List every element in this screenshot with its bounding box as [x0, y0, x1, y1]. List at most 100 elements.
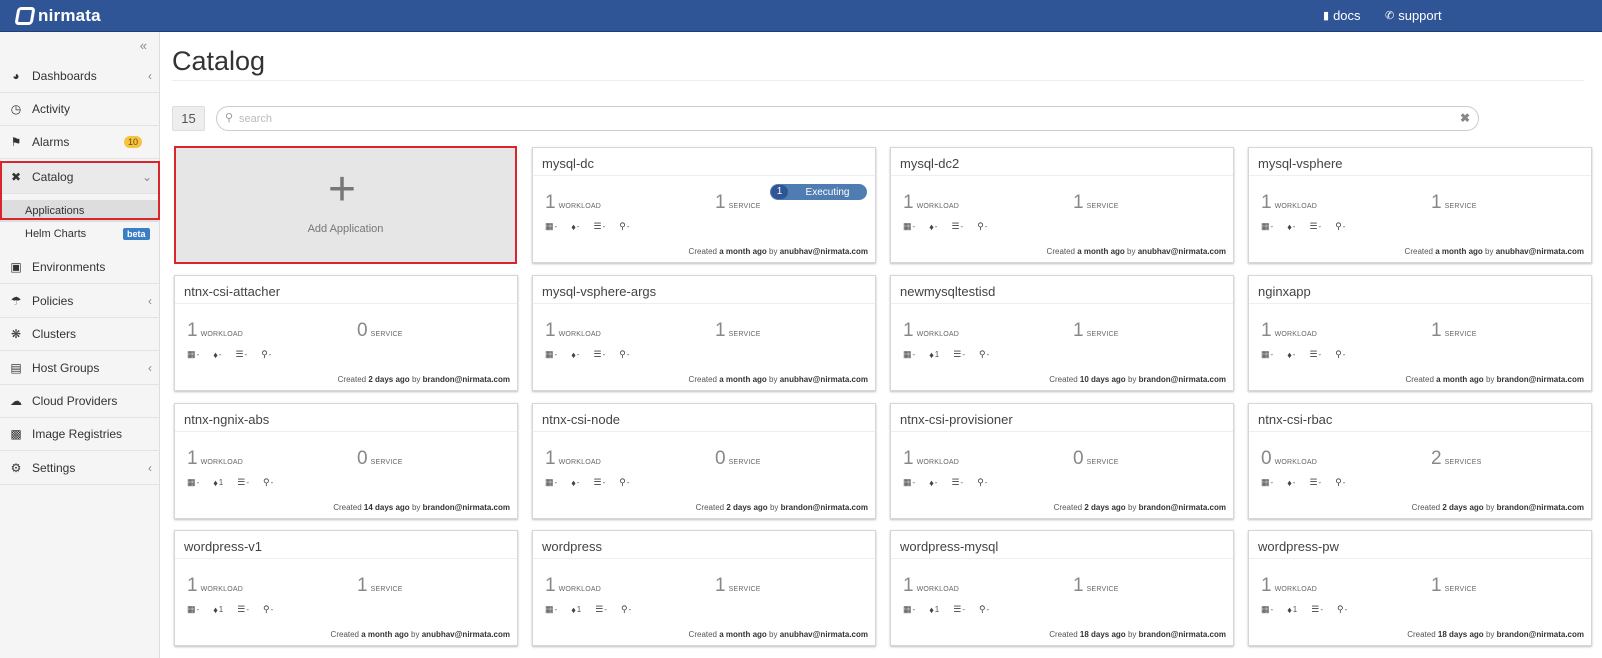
list-icon: ☰	[953, 349, 962, 359]
config-stat: ▦ -	[1261, 349, 1273, 360]
list-icon: ☰	[595, 604, 604, 614]
sidebar-item-environments[interactable]: ▣ Environments	[0, 251, 160, 284]
route-value: -	[1292, 222, 1296, 231]
application-name[interactable]: wordpress-pw	[1258, 539, 1339, 554]
created-user: brandon@nirmata.com	[1496, 503, 1584, 512]
nirmata-logo[interactable]: nirmata	[14, 6, 101, 26]
created-prefix: Created	[337, 375, 367, 384]
page-title: Catalog	[172, 46, 266, 76]
executing-count: 1	[771, 185, 788, 199]
application-name[interactable]: ntnx-csi-provisioner	[900, 412, 1013, 427]
workload-count: 1 WORKLOAD	[187, 448, 243, 470]
application-card[interactable]: ntnx-csi-node 1 WORKLOAD 0 SERVICE ▦ - ♦ - ☰ - ⚲ - Cr…	[532, 403, 876, 519]
workload-label: WORKLOAD	[916, 459, 960, 466]
add-application-label: Add Application	[307, 223, 384, 235]
created-user: brandon@nirmata.com	[780, 503, 868, 512]
card-divider	[533, 175, 875, 176]
list-icon: ☰	[593, 349, 602, 359]
application-card[interactable]: wordpress-v1 1 WORKLOAD 1 SERVICE ▦ - ♦ 1 ☰ - ⚲ - Cre…	[174, 530, 518, 646]
docs-link[interactable]: ▮ docs	[1323, 8, 1361, 23]
application-card[interactable]: mysql-vsphere 1 WORKLOAD 1 SERVICE ▦ - ♦ - ☰ - ⚲ - Cr…	[1248, 147, 1592, 263]
config-value: -	[912, 350, 916, 359]
config-stat: ▦ -	[187, 477, 199, 488]
application-name[interactable]: ntnx-csi-attacher	[184, 284, 280, 299]
service-number: 1	[357, 575, 368, 596]
created-info: Created 18 days ago by brandon@nirmata.c…	[1049, 630, 1226, 639]
application-name[interactable]: mysql-dc	[542, 156, 594, 171]
brand-name: nirmata	[38, 6, 101, 25]
sidebar-item-settings[interactable]: ⚙ Settings ‹	[0, 452, 160, 485]
application-card[interactable]: nginxapp 1 WORKLOAD 1 SERVICE ▦ - ♦ - ☰ - ⚲ - Created…	[1248, 275, 1592, 391]
sidebar-item-policies[interactable]: ☂ Policies ‹	[0, 285, 160, 318]
chevron-left-icon: ‹	[148, 361, 152, 375]
application-card[interactable]: mysql-dc 1 Executing 1 WORKLOAD 1 SERVICE ▦ - ♦ - ☰…	[532, 147, 876, 263]
sidebar-item-activity[interactable]: ◷ Activity	[0, 93, 160, 126]
application-card[interactable]: wordpress-pw 1 WORKLOAD 1 SERVICE ▦ - ♦ 1 ☰ - ⚲ - Cre…	[1248, 530, 1592, 646]
created-time: a month ago	[1436, 375, 1484, 384]
secret-value: -	[626, 478, 630, 487]
application-card[interactable]: ntnx-ngnix-abs 1 WORKLOAD 0 SERVICE ▦ - ♦ 1 ☰ - ⚲ - C…	[174, 403, 518, 519]
secret-value: -	[626, 222, 630, 231]
application-name[interactable]: newmysqltestisd	[900, 284, 995, 299]
created-user: anubhav@nirmata.com	[779, 630, 868, 639]
application-name[interactable]: ntnx-csi-rbac	[1258, 412, 1332, 427]
resource-icons: ▦ - ♦ 1 ☰ - ⚲ -	[903, 349, 989, 360]
application-name[interactable]: wordpress-v1	[184, 539, 262, 554]
add-application-card[interactable]: + Add Application	[174, 146, 517, 264]
sidebar-item-clusters[interactable]: ❋ Clusters	[0, 318, 160, 351]
application-card[interactable]: ntnx-csi-provisioner 1 WORKLOAD 0 SERVICE ▦ - ♦…	[890, 403, 1234, 519]
collapse-sidebar-icon[interactable]: «	[140, 38, 147, 53]
volume-stat: ☰ -	[237, 477, 249, 488]
service-count: 0 SERVICE	[715, 448, 761, 470]
application-name[interactable]: wordpress-mysql	[900, 539, 998, 554]
tag-icon: ♦	[1287, 604, 1292, 615]
service-count: 0 SERVICE	[357, 448, 403, 470]
sidebar-item-label: Cloud Providers	[32, 394, 118, 408]
application-name[interactable]: wordpress	[542, 539, 602, 554]
clear-search-icon[interactable]: ✖	[1460, 111, 1470, 125]
application-name[interactable]: ntnx-csi-node	[542, 412, 620, 427]
volume-stat: ☰ -	[1311, 604, 1323, 615]
service-label: SERVICE	[728, 331, 761, 338]
key-icon: ⚲	[978, 604, 986, 614]
application-card[interactable]: ntnx-csi-attacher 1 WORKLOAD 0 SERVICE ▦ - ♦ - ☰ -…	[174, 275, 518, 391]
key-icon: ⚲	[261, 349, 268, 359]
sidebar-item-cloud-providers[interactable]: ☁ Cloud Providers	[0, 385, 160, 418]
created-prefix: Created	[1049, 375, 1078, 384]
application-card[interactable]: wordpress-mysql 1 WORKLOAD 1 SERVICE ▦ - ♦ 1 ☰ - ⚲ -…	[890, 530, 1234, 646]
executing-status-badge[interactable]: 1 Executing	[770, 184, 867, 200]
application-name[interactable]: nginxapp	[1258, 284, 1311, 299]
secret-stat: ⚲ -	[261, 349, 271, 360]
workload-count: 1 WORKLOAD	[903, 575, 959, 597]
application-card[interactable]: wordpress 1 WORKLOAD 1 SERVICE ▦ - ♦ 1 ☰ - ⚲ - Create…	[532, 530, 876, 646]
card-divider	[175, 303, 517, 304]
card-divider	[891, 558, 1233, 559]
application-name[interactable]: mysql-vsphere	[1258, 156, 1343, 171]
route-stat: ♦ 1	[571, 604, 581, 615]
secret-value: -	[268, 350, 272, 359]
search-input[interactable]	[239, 110, 1439, 128]
application-name[interactable]: mysql-vsphere-args	[542, 284, 656, 299]
search-box[interactable]: ⚲ ✖	[216, 106, 1479, 131]
volume-value: -	[960, 222, 964, 231]
application-card[interactable]: newmysqltestisd 1 WORKLOAD 1 SERVICE ▦ - ♦ 1 ☰ - ⚲ -…	[890, 275, 1234, 391]
sidebar-subitem-helm-charts[interactable]: Helm Charts beta	[0, 223, 160, 245]
application-name[interactable]: ntnx-ngnix-abs	[184, 412, 269, 427]
service-label: SERVICE	[1086, 459, 1119, 466]
config-icon: ▦	[903, 477, 912, 487]
sidebar-item-host-groups[interactable]: ▤ Host Groups ‹	[0, 352, 160, 385]
key-icon: ⚲	[262, 477, 270, 487]
bell-icon: ⚑	[10, 135, 22, 149]
key-icon: ⚲	[1335, 349, 1342, 359]
sidebar-item-dashboards[interactable]: ◕ Dashboards ‹	[0, 60, 160, 93]
created-by: by	[411, 503, 421, 512]
created-prefix: Created	[1405, 375, 1434, 384]
application-card[interactable]: mysql-dc2 1 WORKLOAD 1 SERVICE ▦ - ♦ - ☰ - ⚲ - Create…	[890, 147, 1234, 263]
volume-stat: ☰ -	[953, 604, 965, 615]
application-card[interactable]: ntnx-csi-rbac 0 WORKLOAD 2 SERVICES ▦ - ♦ - ☰ - ⚲ - C…	[1248, 403, 1592, 519]
support-link[interactable]: ✆ support	[1385, 8, 1442, 23]
application-card[interactable]: mysql-vsphere-args 1 WORKLOAD 1 SERVICE ▦ - ♦ - ☰…	[532, 275, 876, 391]
sidebar-item-image-registries[interactable]: ▩ Image Registries	[0, 418, 160, 451]
sidebar-item-alarms[interactable]: ⚑ Alarms 10	[0, 126, 160, 159]
application-name[interactable]: mysql-dc2	[900, 156, 959, 171]
